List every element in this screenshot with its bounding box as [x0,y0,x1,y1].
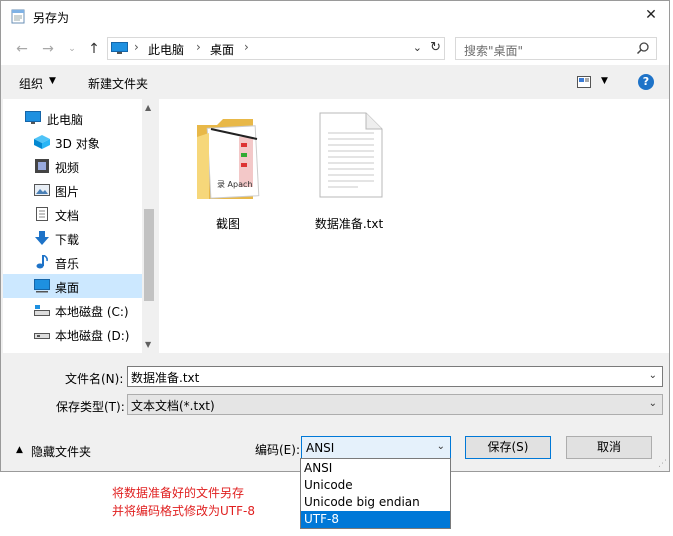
folder-thumb-text: 录 Apach [217,180,253,189]
file-name: 截图 [215,217,240,231]
annotation-line-1: 将数据准备好的文件另存 [112,486,245,500]
scroll-thumb[interactable] [144,209,154,301]
navigation-pane: 此电脑 3D 对象 视频 图片 文档 下载 音乐 桌面 本地磁盘 (C:) 本地… [3,99,156,353]
nav-scrollbar[interactable]: ▲ ▼ [142,99,156,353]
search-input[interactable]: 搜索"桌面" [455,37,657,60]
music-icon [36,255,48,269]
folder-item[interactable]: 录 Apach 截图 [183,109,273,233]
pictures-icon [34,184,50,196]
sidebar-item-music[interactable]: 音乐 [3,250,142,274]
resize-grip-icon[interactable]: ⋰ [658,459,667,469]
refresh-icon[interactable]: ↻ [430,40,441,55]
breadcrumb-desktop[interactable]: 桌面 [210,41,234,58]
chevron-down-icon[interactable]: ⌄ [413,41,422,54]
title-bar: 另存为 ✕ [1,1,669,31]
sidebar-item-downloads[interactable]: 下载 [3,226,142,250]
chevron-down-icon[interactable]: ⌄ [437,441,445,452]
text-file-icon [319,112,383,198]
monitor-icon [111,42,128,54]
new-folder-button[interactable]: 新建文件夹 [88,75,148,92]
breadcrumb-separator-icon: › [244,40,249,54]
sidebar-item-label: 桌面 [55,281,80,295]
file-list: 录 Apach 截图 数据准备.txt [159,99,669,353]
encoding-option-unicode-big-endian[interactable]: Unicode big endian [301,494,450,511]
sidebar-item-pictures[interactable]: 图片 [3,178,142,202]
sidebar-item-desktop[interactable]: 桌面 [3,274,142,298]
filename-field[interactable]: 数据准备.txt ⌄ [127,366,663,387]
sidebar-item-videos[interactable]: 视频 [3,154,142,178]
up-arrow-icon[interactable]: ↑ [85,40,103,58]
breadcrumb-this-pc[interactable]: 此电脑 [148,41,184,58]
forward-arrow-icon[interactable]: → [39,40,57,58]
filename-value: 数据准备.txt [131,371,200,385]
notepad-icon [11,9,25,24]
filetype-select[interactable]: 文本文档(*.txt) ⌄ [127,394,663,415]
sidebar-item-label: 视频 [55,161,80,175]
back-arrow-icon[interactable]: ← [13,40,31,58]
search-icon [636,42,649,55]
drive-icon [34,305,50,316]
sidebar-item-drive-d[interactable]: 本地磁盘 (D:) [3,322,142,346]
encoding-option-utf8[interactable]: UTF-8 [301,511,450,528]
drive-icon [34,333,50,339]
scroll-up-icon[interactable]: ▲ [145,103,151,112]
3d-objects-icon [34,135,50,149]
sidebar-item-drive-c[interactable]: 本地磁盘 (C:) [3,298,142,322]
breadcrumb-separator-icon: › [196,40,201,54]
sidebar-item-label: 3D 对象 [55,137,100,151]
filetype-label: 保存类型(T): [56,400,125,414]
sidebar-item-label: 本地磁盘 (D:) [55,329,130,343]
video-icon [35,159,49,173]
annotation-line-2: 并将编码格式修改为UTF-8 [112,504,255,518]
caret-down-icon[interactable]: ▼ [601,76,608,86]
sidebar-item-label: 文档 [55,209,80,223]
sidebar-item-label: 图片 [55,185,80,199]
recent-dropdown-icon[interactable]: ⌄ [63,40,81,58]
encoding-value: ANSI [306,441,335,455]
filename-label: 文件名(N): [65,372,124,386]
save-form: 文件名(N): 数据准备.txt ⌄ 保存类型(T): 文本文档(*.txt) … [1,353,669,471]
caret-down-icon[interactable]: ▼ [49,76,56,86]
sidebar-item-label: 此电脑 [47,113,84,127]
sidebar-item-documents[interactable]: 文档 [3,202,142,226]
cancel-button[interactable]: 取消 [566,436,652,459]
chevron-down-icon[interactable]: ⌄ [649,370,657,381]
pc-icon [25,111,41,124]
file-item[interactable]: 数据准备.txt [304,109,394,233]
scroll-down-icon[interactable]: ▼ [145,340,151,349]
address-bar[interactable]: › 此电脑 › 桌面 › ⌄ ↻ [107,37,445,60]
sidebar-item-label: 本地磁盘 (C:) [55,305,129,319]
search-placeholder: 搜索"桌面" [464,44,524,58]
window-title: 另存为 [33,11,70,25]
desktop-icon [34,279,50,293]
sidebar-item-label: 音乐 [55,257,80,271]
file-name: 数据准备.txt [314,217,384,231]
encoding-label: 编码(E): [255,443,300,457]
sidebar-item-this-pc[interactable]: 此电脑 [3,106,142,130]
sidebar-item-3d-objects[interactable]: 3D 对象 [3,130,142,154]
filetype-value: 文本文档(*.txt) [131,399,215,413]
chevron-down-icon[interactable]: ⌄ [649,398,657,409]
view-options-icon[interactable] [577,76,591,88]
toolbar: 组织 ▼ 新建文件夹 ▼ ? [1,65,669,99]
save-button[interactable]: 保存(S) [465,436,551,459]
chevron-up-icon[interactable]: ▲ [16,445,23,455]
encoding-option-unicode[interactable]: Unicode [301,477,450,494]
hide-folders-toggle[interactable]: 隐藏文件夹 [31,443,91,460]
encoding-dropdown-list: ANSI Unicode Unicode big endian UTF-8 [300,458,451,529]
documents-icon [36,207,48,221]
encoding-option-ansi[interactable]: ANSI [301,460,450,477]
download-icon [35,231,49,245]
organize-button[interactable]: 组织 [19,75,43,92]
sidebar-item-label: 下载 [55,233,80,247]
encoding-select[interactable]: ANSI ⌄ [301,436,451,459]
address-row: ← → ⌄ ↑ › 此电脑 › 桌面 › ⌄ ↻ 搜索"桌面" [1,31,669,65]
close-button[interactable]: ✕ [637,3,665,27]
save-as-dialog: 另存为 ✕ ← → ⌄ ↑ › 此电脑 › 桌面 › ⌄ ↻ 搜索"桌面" 组织… [0,0,670,472]
breadcrumb-separator-icon: › [134,40,139,54]
help-icon[interactable]: ? [638,74,654,90]
